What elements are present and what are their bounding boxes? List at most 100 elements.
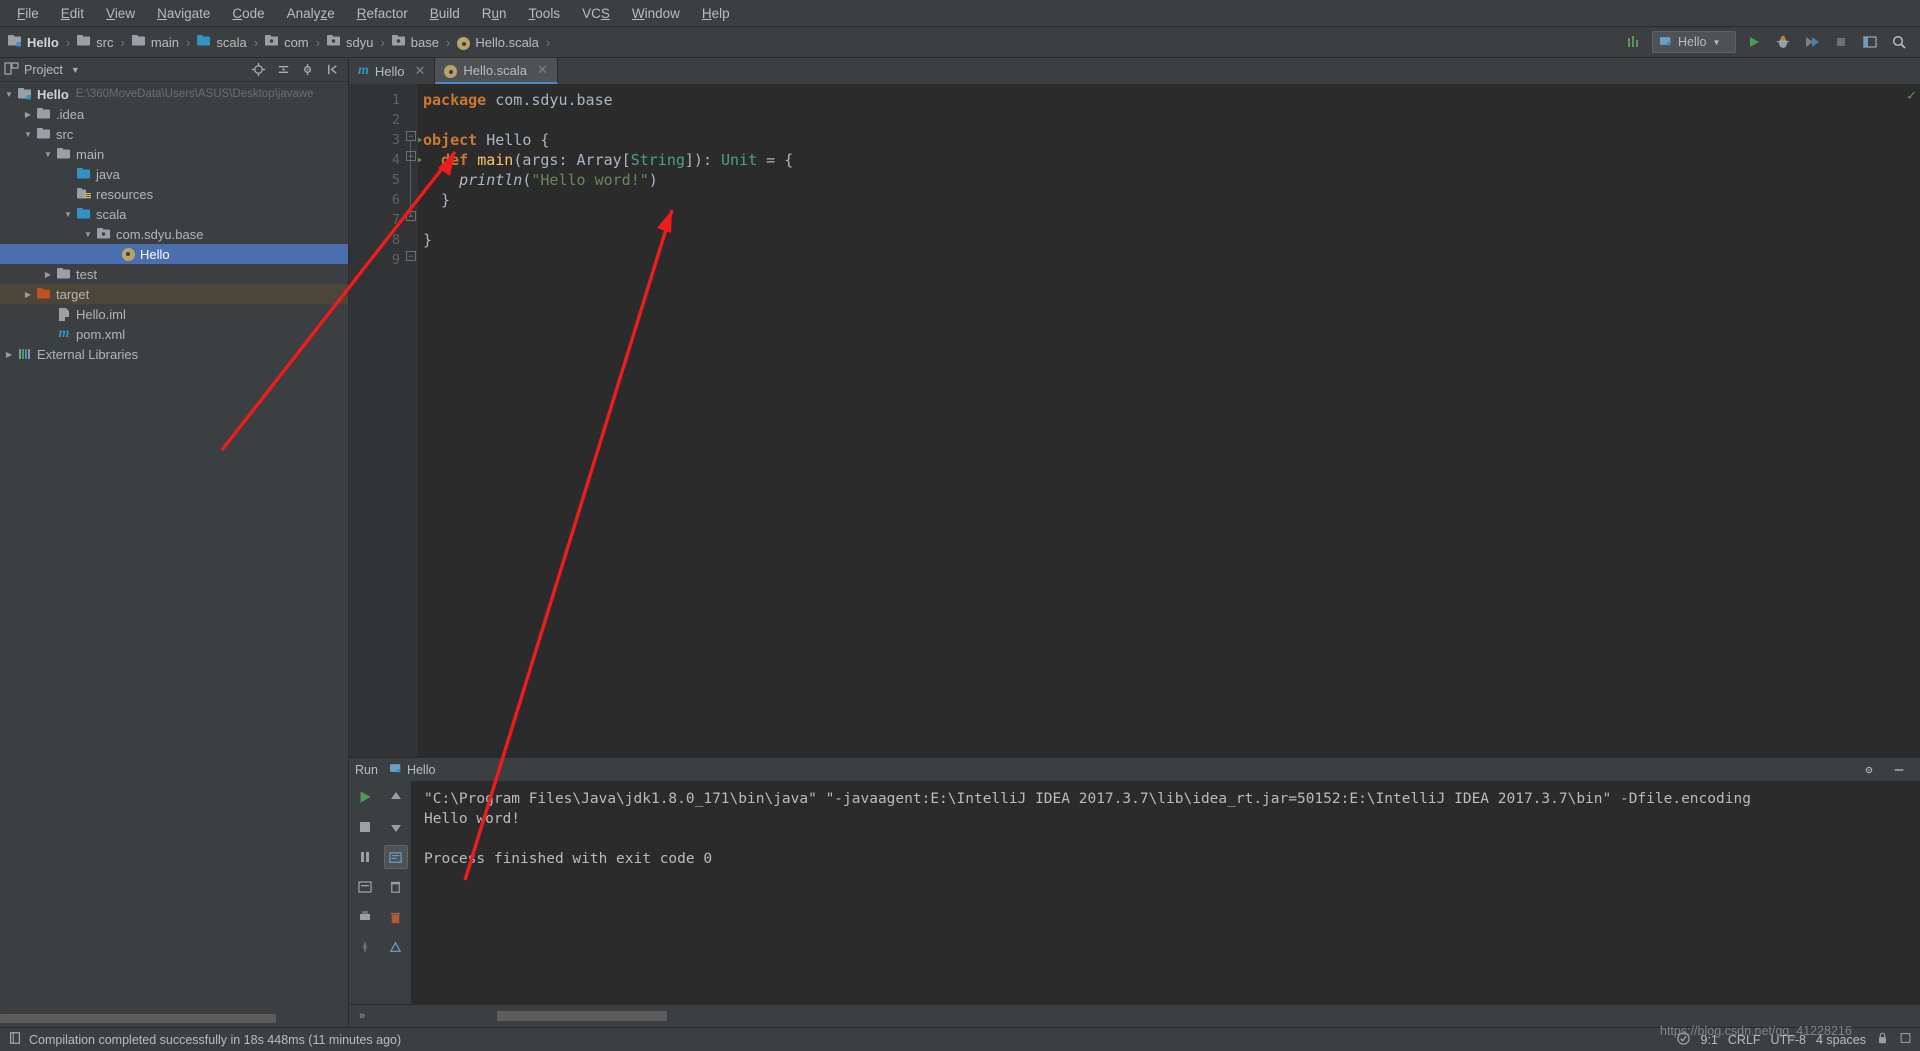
fold-end-object[interactable]: − — [406, 251, 416, 261]
menu-item-run[interactable]: Run — [471, 3, 518, 24]
menu-item-refactor[interactable]: Refactor — [346, 3, 419, 24]
clear-all-button[interactable] — [384, 875, 408, 899]
breadcrumb-item-main[interactable]: main — [131, 34, 179, 50]
run-configuration-selector[interactable]: Hello ▼ — [1652, 31, 1736, 53]
breadcrumb-item-hello[interactable]: Hello — [8, 34, 59, 50]
tree-item-hello[interactable]: ▼ Hello E:\360MoveData\Users\ASUS\Deskto… — [0, 84, 348, 104]
inspection-ok-icon[interactable]: ✓ — [1906, 88, 1917, 104]
chevron-down-icon[interactable]: ▼ — [71, 65, 80, 75]
editor-pane: 1 2 3 4 5 6 7 8 9 − − − − package com.sd… — [349, 84, 1920, 757]
breadcrumb-item-sdyu[interactable]: sdyu — [326, 34, 373, 50]
trash-icon[interactable] — [384, 905, 408, 929]
project-horizontal-scrollbar[interactable] — [0, 1014, 349, 1023]
scrollbar-thumb[interactable] — [0, 1014, 276, 1023]
debug-button[interactable] — [1772, 31, 1794, 53]
chevron-down-icon[interactable]: ▼ — [21, 130, 35, 139]
close-icon[interactable]: ✕ — [537, 62, 548, 78]
scroll-down-button[interactable] — [384, 815, 408, 839]
tree-item-scala[interactable]: ▼ scala — [0, 204, 348, 224]
coverage-button[interactable] — [1801, 31, 1823, 53]
hide-panel-icon[interactable] — [322, 59, 344, 81]
menu-item-build[interactable]: Build — [419, 3, 471, 24]
chevron-down-icon[interactable]: ▼ — [81, 230, 95, 239]
editor-gutter[interactable]: 1 2 3 4 5 6 7 8 9 — [349, 84, 422, 757]
chevron-right-icon[interactable]: ▶ — [2, 350, 16, 359]
chevron-right-icon[interactable]: ▶ — [41, 270, 55, 279]
menu-item-window[interactable]: Window — [621, 3, 691, 24]
hide-panel-icon[interactable] — [1888, 759, 1910, 781]
menu-item-view[interactable]: View — [95, 3, 146, 24]
chevron-down-icon[interactable]: ▼ — [61, 210, 75, 219]
tree-item-src[interactable]: ▼ src — [0, 124, 348, 144]
fold-toggle-object[interactable]: − — [406, 131, 416, 141]
run-config-icon — [389, 762, 402, 777]
print-button[interactable] — [353, 905, 377, 929]
fold-toggle-main[interactable]: − — [406, 151, 416, 161]
pause-button[interactable] — [353, 845, 377, 869]
layout-button[interactable] — [1859, 31, 1881, 53]
dump-threads-button[interactable] — [353, 875, 377, 899]
menu-item-navigate[interactable]: Navigate — [146, 3, 221, 24]
close-icon[interactable]: ✕ — [415, 63, 426, 79]
tree-item-com-sdyu-base[interactable]: ▼ com.sdyu.base — [0, 224, 348, 244]
editor-fold-column[interactable]: − − − − — [404, 84, 418, 757]
breadcrumb-item-com[interactable]: com — [265, 34, 309, 50]
project-tree[interactable]: ▼ Hello E:\360MoveData\Users\ASUS\Deskto… — [0, 82, 348, 1027]
tree-item-main[interactable]: ▼ main — [0, 144, 348, 164]
stop-button[interactable] — [353, 815, 377, 839]
menu-item-tools[interactable]: Tools — [518, 3, 572, 24]
pin-tab-button[interactable] — [353, 935, 377, 959]
tree-item-external-libraries[interactable]: ▶ External Libraries — [0, 344, 348, 364]
lock-icon[interactable] — [1876, 1031, 1889, 1048]
tree-item-resources[interactable]: resources — [0, 184, 348, 204]
editor-tab-hello-scala[interactable]: Hello.scala ✕ — [435, 58, 558, 84]
breadcrumb-item-base[interactable]: base — [391, 34, 439, 50]
editor-inspection-gutter[interactable]: ✓ — [1906, 84, 1920, 757]
tree-item-pom-xml[interactable]: m pom.xml — [0, 324, 348, 344]
tree-item-java[interactable]: java — [0, 164, 348, 184]
console-line: Hello word! — [424, 811, 521, 827]
editor-code-content[interactable]: package com.sdyu.base object Hello { def… — [418, 84, 1906, 757]
menu-item-code[interactable]: Code — [221, 3, 275, 24]
chevron-down-icon[interactable]: ▼ — [41, 150, 55, 159]
tree-item-hello-iml[interactable]: Hello.iml — [0, 304, 348, 324]
event-log-icon[interactable] — [1899, 1031, 1912, 1048]
tree-item-target[interactable]: ▶ target — [0, 284, 348, 304]
vcs-updates-icon[interactable] — [1623, 31, 1645, 53]
menu-item-file[interactable]: File — [6, 3, 50, 24]
chevron-down-icon[interactable]: ▼ — [2, 90, 16, 99]
scroll-up-button[interactable] — [384, 785, 408, 809]
locate-icon[interactable] — [247, 59, 269, 81]
fold-end-main[interactable]: − — [406, 211, 416, 221]
tree-item-hello-object[interactable]: Hello — [0, 244, 348, 264]
collapse-all-icon[interactable] — [272, 59, 294, 81]
console-horizontal-scrollbar[interactable] — [497, 1011, 667, 1021]
breadcrumb-separator: › — [445, 34, 451, 50]
console-output[interactable]: "C:\Program Files\Java\jdk1.8.0_171\bin\… — [411, 781, 1920, 1004]
rerun-button[interactable] — [353, 785, 377, 809]
breadcrumb-item-src[interactable]: src — [77, 34, 113, 50]
expand-stripe-icon[interactable]: » — [349, 1010, 375, 1022]
menu-item-edit[interactable]: Edit — [50, 3, 95, 24]
console-settings-icon[interactable] — [384, 935, 408, 959]
menu-item-help[interactable]: Help — [691, 3, 741, 24]
stop-button[interactable] — [1830, 31, 1852, 53]
gear-icon[interactable] — [1858, 759, 1880, 781]
tree-item-test[interactable]: ▶ test — [0, 264, 348, 284]
run-panel-tab[interactable]: Hello — [389, 762, 435, 777]
libraries-icon — [16, 348, 34, 360]
run-actions-toolbar-secondary — [380, 781, 411, 1004]
breadcrumb-item-hello-scala[interactable]: Hello.scala — [457, 34, 539, 51]
run-button[interactable] — [1743, 31, 1765, 53]
breadcrumb-item-scala[interactable]: scala — [197, 34, 247, 50]
search-icon[interactable] — [1888, 31, 1910, 53]
intellij-window: File Edit View Navigate Code Analyze Ref… — [0, 0, 1920, 1051]
chevron-right-icon[interactable]: ▶ — [21, 110, 35, 119]
gear-icon[interactable] — [297, 59, 319, 81]
tree-item-idea[interactable]: ▶ .idea — [0, 104, 348, 124]
menu-item-vcs[interactable]: VCS — [571, 3, 621, 24]
editor-tab-hello[interactable]: m Hello ✕ — [349, 58, 436, 84]
soft-wrap-button[interactable] — [383, 845, 408, 869]
menu-item-analyze[interactable]: Analyze — [276, 3, 346, 24]
chevron-right-icon[interactable]: ▶ — [21, 290, 35, 299]
